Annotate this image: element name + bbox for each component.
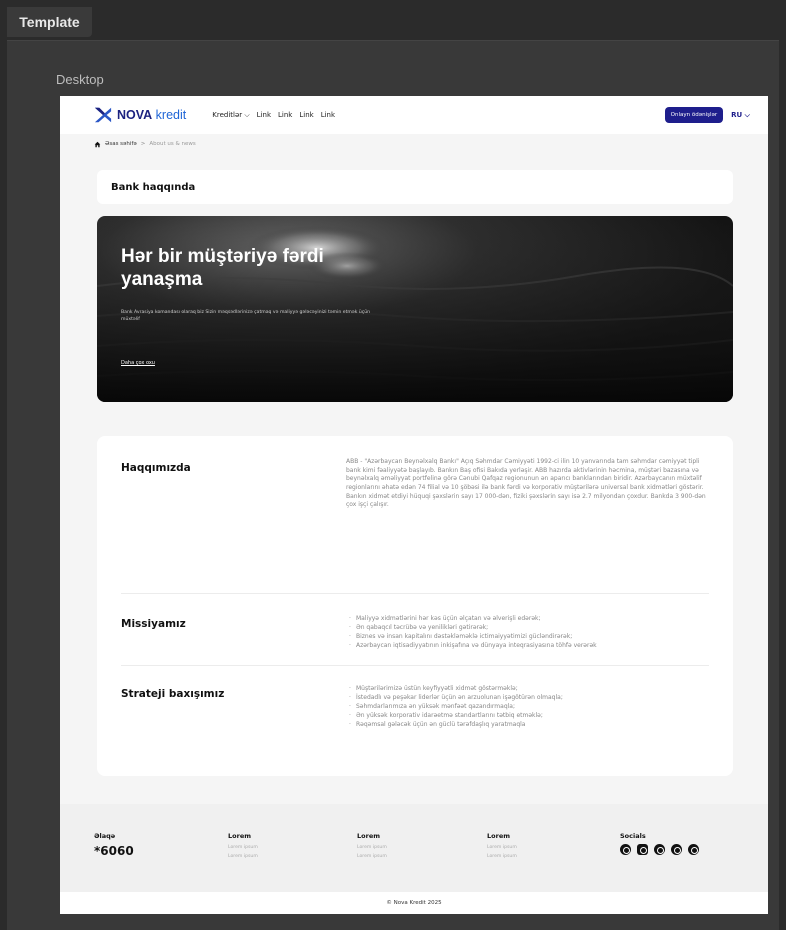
desktop-frame: NOVA kredit Kreditlər ⌵ Link Link Link L… (60, 96, 768, 914)
phone-number[interactable]: *6060 (94, 844, 134, 858)
about-card: Haqqımızda ABB - "Azərbaycan Beynəlxalq … (97, 436, 733, 776)
whatsapp-icon[interactable] (671, 844, 682, 855)
logo-mark-icon (94, 107, 112, 123)
mission-list: Maliyyə xidmətlərini hər kəs üçün əlçata… (346, 614, 597, 665)
socials-title: Socials (620, 832, 646, 840)
breadcrumb-home[interactable]: Əsas səhifə (105, 141, 137, 147)
footer-link[interactable]: Lorem ipsum (357, 844, 387, 853)
footer-link[interactable]: Lorem ipsum (228, 853, 258, 862)
about-row: Haqqımızda ABB - "Azərbaycan Beynəlxalq … (121, 458, 709, 594)
footer-contact: Əlaqə *6060 (94, 832, 134, 858)
logo[interactable]: NOVA kredit (94, 106, 186, 124)
messenger-icon[interactable] (654, 844, 665, 855)
footer-socials: Socials (620, 832, 699, 855)
strategy-row: Strateji baxışımız Müştərilərimizə üstün… (121, 666, 709, 756)
footer: Əlaqə *6060 Lorem Lorem ipsum Lorem ipsu… (60, 804, 768, 892)
footer-col-title: Lorem (357, 832, 380, 840)
telegram-icon[interactable] (688, 844, 699, 855)
footer-col: Lorem Lorem ipsum Lorem ipsum (487, 832, 517, 861)
list-item: Ən qabaqcıl təcrübə və yenilikləri gətir… (346, 623, 597, 632)
top-toolbar (92, 0, 786, 40)
about-heading: Haqqımızda (121, 462, 191, 474)
list-item: Ən yüksək korporativ idarəetmə standartl… (346, 711, 563, 720)
list-item: İstedadlı və peşəkar liderlər üçün ən ar… (346, 693, 563, 702)
logo-light: kredit (155, 108, 187, 122)
footer-col: Lorem Lorem ipsum Lorem ipsum (228, 832, 258, 861)
strategy-heading: Strateji baxışımız (121, 688, 225, 700)
nav-links: Kreditlər ⌵ Link Link Link Link (212, 111, 664, 120)
footer-link[interactable]: Lorem ipsum (228, 844, 258, 853)
about-text: ABB - "Azərbaycan Beynəlxalq Bankı" Açıq… (346, 458, 706, 509)
wave-image (97, 216, 733, 402)
nav-link-credits[interactable]: Kreditlər ⌵ (212, 111, 249, 120)
frame-label[interactable]: Desktop (56, 72, 104, 87)
navbar: NOVA kredit Kreditlər ⌵ Link Link Link L… (60, 96, 768, 134)
hero-banner: Hər bir müştəriyə fərdi yanaşma Bank Avr… (97, 216, 733, 402)
read-more-link[interactable]: Daha çox oxu (121, 360, 155, 366)
mission-heading: Missiyamız (121, 618, 186, 630)
list-item: Maliyyə xidmətlərini hər kəs üçün əlçata… (346, 614, 597, 623)
language-selector[interactable]: RU ⌵ (731, 111, 750, 120)
footer-col-title: Lorem (228, 832, 251, 840)
nav-link[interactable]: Link (257, 111, 271, 119)
logo-bold: NOVA (117, 108, 153, 122)
section-title: Bank haqqında (97, 170, 733, 204)
copyright: © Nova Kredit 2025 (60, 892, 768, 914)
list-item: Biznes və insan kapitalını dəstəkləməklə… (346, 632, 597, 641)
breadcrumb-current: About us & news (149, 141, 196, 147)
hero-description: Bank Avrasiya komandası olaraq biz Sizin… (121, 310, 371, 322)
footer-link[interactable]: Lorem ipsum (487, 853, 517, 862)
home-icon[interactable] (94, 141, 101, 148)
footer-link[interactable]: Lorem ipsum (357, 853, 387, 862)
mission-row: Missiyamız Maliyyə xidmətlərini hər kəs … (121, 594, 709, 666)
strategy-list: Müştərilərimizə üstün keyfiyyətli xidmət… (346, 684, 563, 756)
nav-right: Onlayn ödənişlər RU ⌵ (664, 107, 750, 123)
nav-link[interactable]: Link (321, 111, 335, 119)
nav-link[interactable]: Link (299, 111, 313, 119)
facebook-icon[interactable] (620, 844, 631, 855)
footer-col: Lorem Lorem ipsum Lorem ipsum (357, 832, 387, 861)
online-payments-button[interactable]: Onlayn ödənişlər (664, 107, 724, 123)
footer-col-title: Lorem (487, 832, 510, 840)
footer-link[interactable]: Lorem ipsum (487, 844, 517, 853)
breadcrumb-separator: > (140, 141, 146, 147)
breadcrumb: Əsas səhifə > About us & news (60, 134, 768, 154)
instagram-icon[interactable] (637, 844, 648, 855)
list-item: Rəqəmsal gələcək üçün ən güclü tərəfdaşl… (346, 720, 563, 729)
nav-link[interactable]: Link (278, 111, 292, 119)
list-item: Azərbaycan iqtisadiyyatının inkişafına v… (346, 641, 597, 650)
socials-list (620, 844, 699, 855)
template-tab[interactable]: Template (7, 7, 92, 37)
list-item: Səhmdarlarımıza ən yüksək mənfəət qazand… (346, 702, 563, 711)
hero-title: Hər bir müştəriyə fərdi yanaşma (121, 246, 324, 290)
contact-title: Əlaqə (94, 832, 116, 840)
list-item: Müştərilərimizə üstün keyfiyyətli xidmət… (346, 684, 563, 693)
